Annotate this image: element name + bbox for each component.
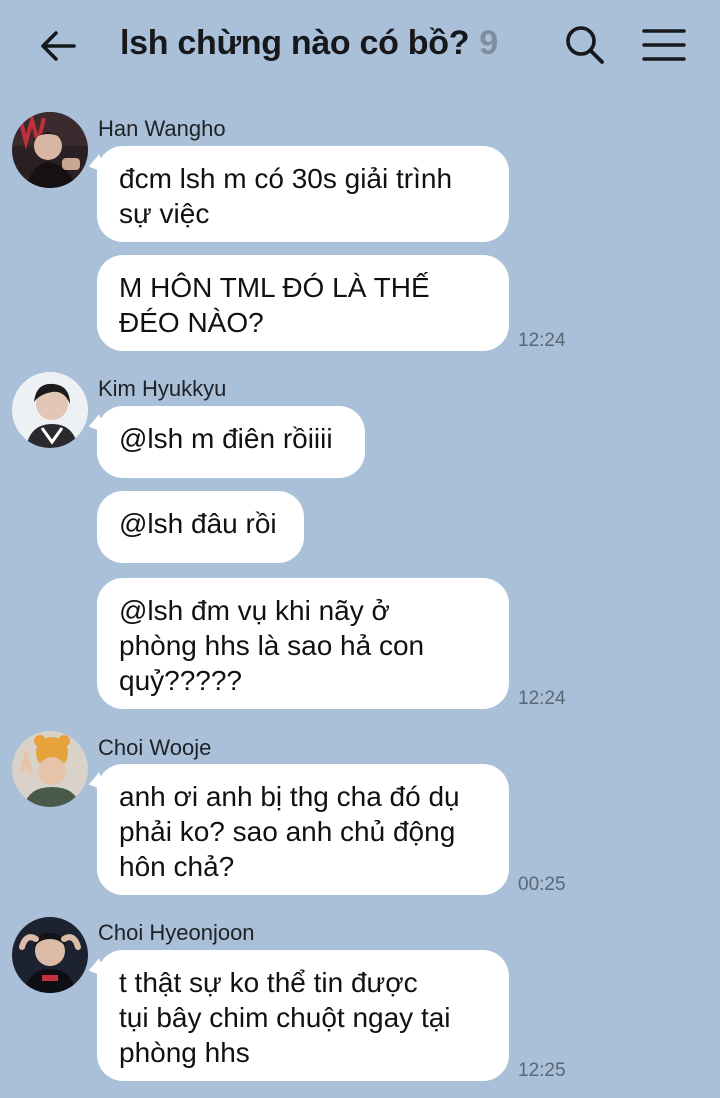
member-count: 9 (479, 24, 498, 62)
arrow-left-icon (41, 31, 76, 61)
avatar-image (12, 112, 88, 188)
message-time: 12:24 (518, 330, 566, 351)
message-bubble[interactable]: @lsh đm vụ khi nãy ở phòng hhs là sao hả… (97, 578, 509, 709)
menu-button[interactable] (640, 26, 688, 66)
avatar[interactable] (12, 372, 88, 448)
message-time: 12:24 (518, 688, 566, 709)
back-button[interactable] (36, 24, 80, 68)
avatar[interactable] (12, 112, 88, 188)
message-bubble[interactable]: @lsh m điên rồiiii (97, 406, 365, 478)
message-bubble[interactable]: M HÔN TML ĐÓ LÀ THẾ ĐÉO NÀO? (97, 255, 509, 351)
chat-header: lsh chừng nào có bồ? 9 (0, 0, 720, 92)
sender-name: Choi Wooje (98, 735, 212, 760)
sender-name: Kim Hyukkyu (98, 376, 227, 401)
message-bubble[interactable]: @lsh đâu rồi (97, 491, 304, 563)
sender-name: Han Wangho (98, 116, 226, 141)
chat-title: lsh chừng nào có bồ? 9 (120, 24, 498, 63)
avatar[interactable] (12, 917, 88, 993)
hamburger-menu-icon (642, 29, 686, 61)
avatar-image (12, 917, 88, 993)
sender-name: Choi Hyeonjoon (98, 920, 255, 945)
group-name: lsh chừng nào có bồ? (120, 24, 470, 62)
search-icon (566, 26, 604, 64)
message-time: 00:25 (518, 874, 566, 895)
message-bubble[interactable]: t thật sự ko thể tin được tụi bây chim c… (97, 950, 509, 1081)
avatar[interactable] (12, 731, 88, 807)
avatar-image (12, 372, 88, 448)
message-time: 12:25 (518, 1060, 566, 1081)
avatar-image (12, 731, 88, 807)
search-button[interactable] (562, 22, 608, 68)
message-bubble[interactable]: đcm lsh m có 30s giải trình sự việc (97, 146, 509, 242)
message-bubble[interactable]: anh ơi anh bị thg cha đó dụ phải ko? sao… (97, 764, 509, 895)
